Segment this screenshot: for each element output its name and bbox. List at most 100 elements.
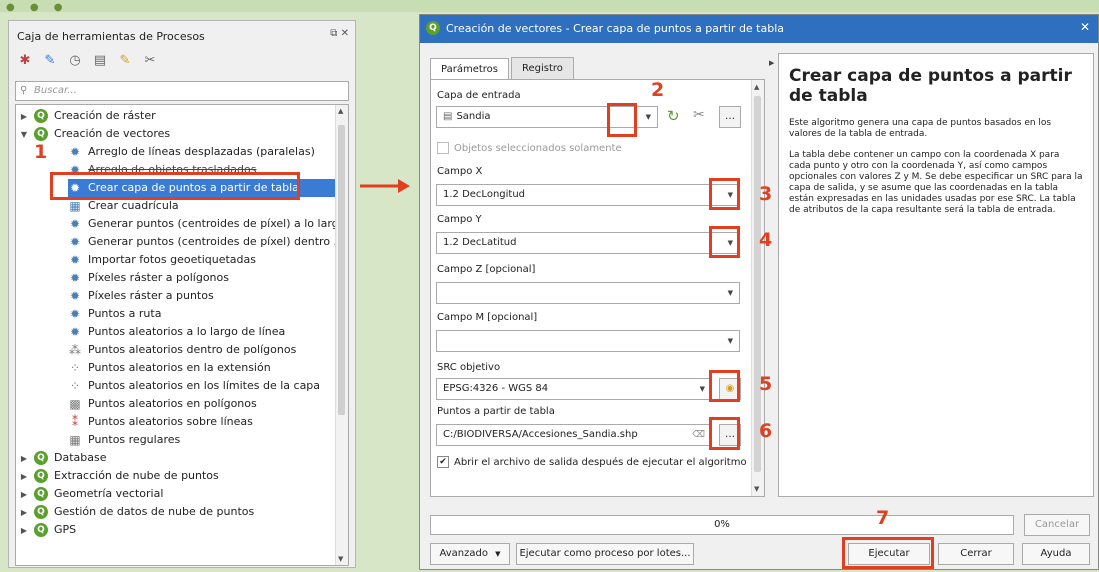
tree-group-label: Geometría vectorial bbox=[54, 487, 164, 500]
chevron-down-icon[interactable]: ▼ bbox=[728, 283, 733, 303]
tree-item[interactable]: ⁘ Puntos aleatorios en la extensión bbox=[68, 359, 271, 377]
tree-item[interactable]: ✹ Puntos aleatorios a lo largo de línea bbox=[68, 323, 285, 341]
tree-item[interactable]: ▦ Puntos regulares bbox=[68, 431, 180, 449]
chevron-right-icon[interactable]: ▶ bbox=[18, 450, 30, 468]
chevron-down-icon[interactable]: ▼ bbox=[18, 126, 30, 144]
scroll-down-icon[interactable]: ▼ bbox=[338, 555, 343, 563]
qgis-icon: Q bbox=[34, 109, 48, 123]
chevron-right-icon[interactable]: ▶ bbox=[18, 486, 30, 504]
tree-item-label: Puntos regulares bbox=[88, 433, 181, 446]
checkbox-label: Objetos seleccionados solamente bbox=[454, 143, 622, 154]
chevron-down-icon[interactable]: ▼ bbox=[728, 331, 733, 351]
tree-item-label: Puntos a ruta bbox=[88, 307, 162, 320]
tree-item[interactable]: ✹ Importar fotos geoetiquetadas bbox=[68, 251, 256, 269]
collapse-help-icon[interactable]: ▶ bbox=[769, 59, 774, 67]
iterate-icon[interactable]: ↻ bbox=[667, 107, 680, 125]
gear-icon: ✹ bbox=[69, 235, 81, 249]
dialog-titlebar[interactable]: Q Creación de vectores - Crear capa de p… bbox=[420, 15, 1098, 43]
help-paragraph-2: La tabla debe contener un campo con la c… bbox=[789, 150, 1083, 215]
more-options-button[interactable]: … bbox=[719, 106, 741, 128]
tree-item[interactable]: ✹ Generar puntos (centroides de píxel) de… bbox=[68, 233, 344, 251]
search-placeholder: Buscar... bbox=[34, 85, 77, 96]
edit-features-icon[interactable]: ✎ bbox=[117, 53, 133, 69]
highlight-box-1 bbox=[50, 172, 300, 200]
tree-item-label: Crear cuadrícula bbox=[88, 199, 179, 212]
tree-item[interactable]: ⁑ Puntos aleatorios sobre líneas bbox=[68, 413, 253, 431]
field-m-combo[interactable]: ▼ bbox=[436, 330, 740, 352]
scrollbar-thumb[interactable] bbox=[338, 125, 345, 415]
help-button[interactable]: Ayuda bbox=[1022, 543, 1090, 565]
tree-item[interactable]: ✹ Puntos a ruta bbox=[68, 305, 161, 323]
tree-group-gps[interactable]: ▶ Q GPS bbox=[18, 521, 76, 539]
tree-group-pointcloud[interactable]: ▶ Q Extracción de nube de puntos bbox=[18, 467, 219, 485]
chevron-right-icon[interactable]: ▶ bbox=[18, 108, 30, 126]
highlight-box-2 bbox=[607, 103, 637, 137]
advanced-button[interactable]: Avanzado ▼ bbox=[430, 543, 510, 565]
tree-item[interactable]: ✹ Generar puntos (centroides de píxel) a … bbox=[68, 215, 348, 233]
tree-item[interactable]: ⁘ Puntos aleatorios en los límites de la … bbox=[68, 377, 320, 395]
scripts-icon[interactable]: ✎ bbox=[42, 53, 58, 69]
arrow-icon bbox=[360, 179, 410, 193]
checkbox-label: Abrir el archivo de salida después de ej… bbox=[454, 457, 747, 468]
tree-item[interactable]: ✹ Arreglo de líneas desplazadas (paralela… bbox=[68, 143, 315, 161]
tree-group-raster[interactable]: ▶ Q Creación de ráster bbox=[18, 107, 156, 125]
checkbox-checked[interactable]: ✔ bbox=[437, 456, 449, 468]
history-icon[interactable]: ◷ bbox=[67, 53, 83, 69]
highlight-box-4 bbox=[709, 226, 740, 258]
tab-registro[interactable]: Registro bbox=[510, 57, 574, 80]
line-points-icon: ⁑ bbox=[72, 415, 78, 429]
help-panel: Crear capa de puntos a partir de tabla E… bbox=[778, 53, 1094, 497]
checkbox-box[interactable] bbox=[437, 142, 449, 154]
scroll-up-icon[interactable]: ▲ bbox=[754, 83, 759, 91]
highlight-box-5 bbox=[709, 370, 740, 402]
options-icon[interactable]: ✂ bbox=[142, 53, 158, 69]
crs-label: SRC objetivo bbox=[437, 362, 501, 373]
scrollbar-thumb[interactable] bbox=[754, 96, 761, 472]
tree-item-label: Puntos aleatorios en polígonos bbox=[88, 397, 257, 410]
field-z-combo[interactable]: ▼ bbox=[436, 282, 740, 304]
selected-only-checkbox[interactable]: Objetos seleccionados solamente bbox=[437, 142, 622, 154]
background-strip bbox=[0, 0, 1099, 12]
tab-parametros[interactable]: Parámetros bbox=[430, 58, 509, 81]
close-icon[interactable]: ✕ bbox=[1080, 20, 1090, 34]
clear-icon[interactable]: ⌫ bbox=[692, 425, 705, 445]
open-output-checkbox[interactable]: ✔ Abrir el archivo de salida después de e… bbox=[437, 456, 747, 468]
tree-group-label: GPS bbox=[54, 523, 77, 536]
tree-item[interactable]: ✹ Píxeles ráster a puntos bbox=[68, 287, 214, 305]
input-layer-value: Sandia bbox=[456, 111, 491, 122]
batch-process-button[interactable]: Ejecutar como proceso por lotes... bbox=[516, 543, 694, 565]
wrench-icon[interactable]: ✂ bbox=[693, 107, 705, 123]
tree-group-label: Creación de vectores bbox=[54, 127, 171, 140]
annotation-number-4: 4 bbox=[759, 229, 773, 251]
chevron-right-icon[interactable]: ▶ bbox=[18, 522, 30, 540]
tree-item[interactable]: ⁂ Puntos aleatorios dentro de polígonos bbox=[68, 341, 296, 359]
field-x-combo[interactable]: 1.2 DecLongitud ▼ bbox=[436, 184, 740, 206]
close-button[interactable]: Cerrar bbox=[938, 543, 1014, 565]
output-path-field[interactable]: C:/BIODIVERSA/Accesiones_Sandia.shp ⌫ bbox=[436, 424, 712, 446]
chevron-right-icon[interactable]: ▶ bbox=[18, 468, 30, 486]
cancel-button[interactable]: Cancelar bbox=[1024, 514, 1090, 536]
tree-item-label: Píxeles ráster a polígonos bbox=[88, 271, 229, 284]
tree-group-pcmgmt[interactable]: ▶ Q Gestión de datos de nube de puntos bbox=[18, 503, 254, 521]
tree-item[interactable]: ▩ Puntos aleatorios en polígonos bbox=[68, 395, 257, 413]
chevron-down-icon[interactable]: ▼ bbox=[700, 379, 705, 399]
tree-item-label: Puntos aleatorios sobre líneas bbox=[88, 415, 253, 428]
chevron-down-icon[interactable]: ▼ bbox=[646, 107, 651, 127]
dialog-title: Creación de vectores - Crear capa de pun… bbox=[446, 22, 785, 35]
results-icon[interactable]: ▤ bbox=[92, 53, 108, 69]
qgis-icon: Q bbox=[426, 21, 440, 35]
models-icon[interactable]: ✱ bbox=[17, 53, 33, 69]
scroll-down-icon[interactable]: ▼ bbox=[754, 485, 759, 493]
tree-item[interactable]: ✹ Píxeles ráster a polígonos bbox=[68, 269, 229, 287]
progress-bar: 0% bbox=[430, 515, 1014, 535]
crs-combo[interactable]: EPSG:4326 - WGS 84 ▼ bbox=[436, 378, 712, 400]
tree-group-geometry[interactable]: ▶ Q Geometría vectorial bbox=[18, 485, 163, 503]
tree-group-database[interactable]: ▶ Q Database bbox=[18, 449, 107, 467]
tree-scrollbar[interactable]: ▲ ▼ bbox=[335, 105, 348, 565]
field-y-combo[interactable]: 1.2 DecLatitud ▼ bbox=[436, 232, 740, 254]
search-input[interactable]: ⚲ Buscar... bbox=[15, 81, 349, 101]
scroll-up-icon[interactable]: ▲ bbox=[338, 107, 343, 115]
chevron-right-icon[interactable]: ▶ bbox=[18, 504, 30, 522]
panel-window-buttons[interactable]: ⧉ ✕ bbox=[330, 28, 349, 39]
highlight-box-3 bbox=[709, 178, 740, 210]
